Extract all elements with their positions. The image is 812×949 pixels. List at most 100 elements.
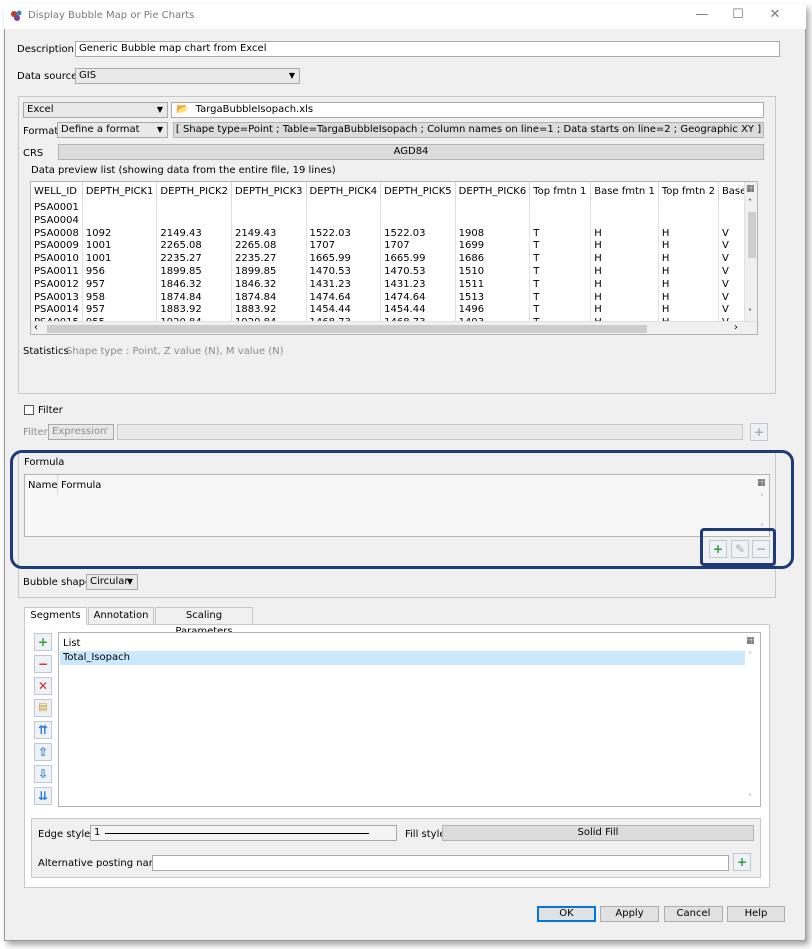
apply-button[interactable]: Apply: [600, 906, 659, 922]
format-select[interactable]: Define a format ▼: [57, 122, 168, 138]
chevron-up-icon[interactable]: ˄: [748, 198, 752, 207]
file-path-input[interactable]: 📂 TargaBubbleIsopach.xls: [171, 102, 764, 118]
chevron-down-icon: ▼: [156, 105, 163, 114]
table-cell: T: [529, 265, 592, 279]
filter-expression-input[interactable]: [117, 424, 743, 440]
move-top-icon[interactable]: ⇈: [34, 721, 52, 739]
table-row[interactable]: PSA0010 1001 2235.27 2235.27 1665.99 1665.99 1…: [31, 253, 757, 266]
table-cell: [82, 202, 158, 215]
filter-checkbox[interactable]: [24, 405, 34, 415]
scrollbar-thumb[interactable]: [748, 212, 756, 258]
move-down-icon[interactable]: ⇩: [34, 765, 52, 783]
table-cell: T: [529, 304, 592, 318]
add-filter-icon[interactable]: +: [750, 423, 768, 441]
filter-row-label: Filter: [23, 427, 48, 438]
table-cell: 1874.84: [156, 291, 232, 305]
column-header[interactable]: Top fmtn 1: [529, 182, 592, 202]
tab-scaling-parameters[interactable]: Scaling Parameters: [155, 607, 253, 637]
minimize-icon[interactable]: —: [695, 8, 709, 22]
help-button[interactable]: Help: [727, 906, 785, 922]
folder-icon[interactable]: 📂: [176, 104, 188, 115]
column-header[interactable]: DEPTH_PICK3: [231, 182, 307, 202]
file-type-select[interactable]: Excel ▼: [23, 102, 168, 118]
chevron-right-icon[interactable]: ›: [734, 322, 738, 333]
delete-icon[interactable]: ✕: [34, 677, 52, 695]
table-cell: [231, 214, 307, 228]
description-input[interactable]: Generic Bubble map chart from Excel: [75, 41, 780, 57]
formula-highlight-frame: [10, 450, 794, 569]
tab-segments[interactable]: Segments: [24, 607, 87, 625]
filter-label: Filter: [38, 405, 63, 416]
table-cell: [590, 202, 659, 215]
table-row[interactable]: PSA0014 957 1883.92 1883.92 1454.44 1454.44 14…: [31, 304, 757, 318]
app-icon: [11, 10, 22, 21]
table-cell: 1699: [455, 240, 531, 254]
table-cell: H: [590, 304, 659, 318]
table-cell: 1522.03: [306, 227, 382, 241]
table-row[interactable]: PSA0013 958 1874.84 1874.84 1474.64 1474.64 15…: [31, 291, 757, 305]
column-header[interactable]: Base fmtn 1: [590, 182, 659, 202]
table-row[interactable]: PSA0001: [31, 202, 757, 215]
table-cell: PSA0009: [31, 240, 83, 254]
chevron-up-icon[interactable]: ˄: [748, 651, 752, 660]
chevron-down-icon[interactable]: ˅: [748, 793, 752, 802]
column-header[interactable]: DEPTH_PICK6: [455, 182, 531, 202]
list-item[interactable]: Total_Isopach: [60, 651, 745, 665]
ok-button[interactable]: OK: [537, 906, 596, 922]
cancel-button[interactable]: Cancel: [664, 906, 723, 922]
import-icon[interactable]: ▤: [34, 699, 52, 717]
description-label: Description: [17, 44, 74, 55]
column-header[interactable]: DEPTH_PICK5: [380, 182, 456, 202]
remove-segment-icon[interactable]: −: [34, 655, 52, 673]
chevron-down-icon[interactable]: ˅: [748, 308, 752, 317]
data-source-select[interactable]: GIS ▼: [75, 68, 300, 84]
maximize-icon[interactable]: ☐: [731, 8, 745, 22]
tab-annotation[interactable]: Annotation: [88, 607, 154, 625]
table-row[interactable]: PSA0008 1092 2149.43 2149.43 1522.03 1522.03 1…: [31, 227, 757, 241]
column-header[interactable]: WELL_ID: [31, 182, 83, 202]
table-row[interactable]: PSA0004: [31, 214, 757, 228]
vertical-scrollbar[interactable]: ▦ ˄ ˅: [744, 182, 757, 322]
table-row[interactable]: PSA0012 957 1846.32 1846.32 1431.23 1431.23 15…: [31, 278, 757, 292]
table-cell: PSA0012: [31, 278, 83, 292]
data-source-label: Data source: [17, 71, 78, 82]
data-preview-table[interactable]: WELL_ID DEPTH_PICK1 DEPTH_PICK2 DEPTH_PICK3…: [30, 181, 758, 335]
column-header[interactable]: DEPTH_PICK4: [306, 182, 382, 202]
alt-posting-input[interactable]: [152, 855, 729, 871]
fill-style-button[interactable]: Solid Fill: [442, 825, 754, 841]
table-cell: 1511: [455, 278, 531, 292]
table-cell: 956: [82, 265, 158, 279]
table-options-icon[interactable]: ▦: [746, 184, 755, 194]
table-cell: 1470.53: [306, 265, 382, 279]
column-header[interactable]: DEPTH_PICK2: [156, 182, 232, 202]
table-cell: H: [658, 240, 719, 254]
table-cell: [658, 202, 719, 215]
table-cell: 2235.27: [156, 253, 232, 266]
horizontal-scrollbar[interactable]: ‹ ›: [31, 321, 757, 334]
add-segment-icon[interactable]: +: [34, 633, 52, 651]
table-cell: 957: [82, 278, 158, 292]
table-cell: [380, 214, 456, 228]
edge-style-select[interactable]: 1: [90, 825, 397, 841]
table-options-icon[interactable]: ▦: [746, 636, 755, 646]
bubble-shape-select[interactable]: Circular ▼: [86, 574, 138, 590]
chevron-down-icon: ˅: [105, 427, 109, 436]
table-cell: 1001: [82, 253, 158, 266]
segment-list[interactable]: List Total_Isopach ▦ ˄ ˅: [58, 632, 761, 807]
column-header[interactable]: DEPTH_PICK1: [82, 182, 158, 202]
table-row[interactable]: PSA0009 1001 2265.08 2265.08 1707 1707 1699 T H H…: [31, 240, 757, 254]
table-cell: 1431.23: [306, 278, 382, 292]
table-row[interactable]: PSA0011 956 1899.85 1899.85 1470.53 1470.53 15…: [31, 265, 757, 279]
filter-mode-select[interactable]: Expression ˅: [48, 424, 114, 440]
chevron-left-icon[interactable]: ‹: [34, 322, 38, 333]
table-cell: 1496: [455, 304, 531, 318]
scrollbar-thumb[interactable]: [47, 325, 647, 333]
table-cell: 1470.53: [380, 265, 456, 279]
move-up-icon[interactable]: ⇧: [34, 743, 52, 761]
close-icon[interactable]: ✕: [768, 8, 782, 22]
add-posting-icon[interactable]: +: [733, 853, 751, 871]
format-summary-button[interactable]: [ Shape type=Point ; Table=TargaBubbleIs…: [173, 122, 764, 138]
column-header[interactable]: Top fmtn 2: [658, 182, 719, 202]
move-bottom-icon[interactable]: ⇊: [34, 787, 52, 805]
crs-button[interactable]: AGD84: [58, 144, 764, 160]
